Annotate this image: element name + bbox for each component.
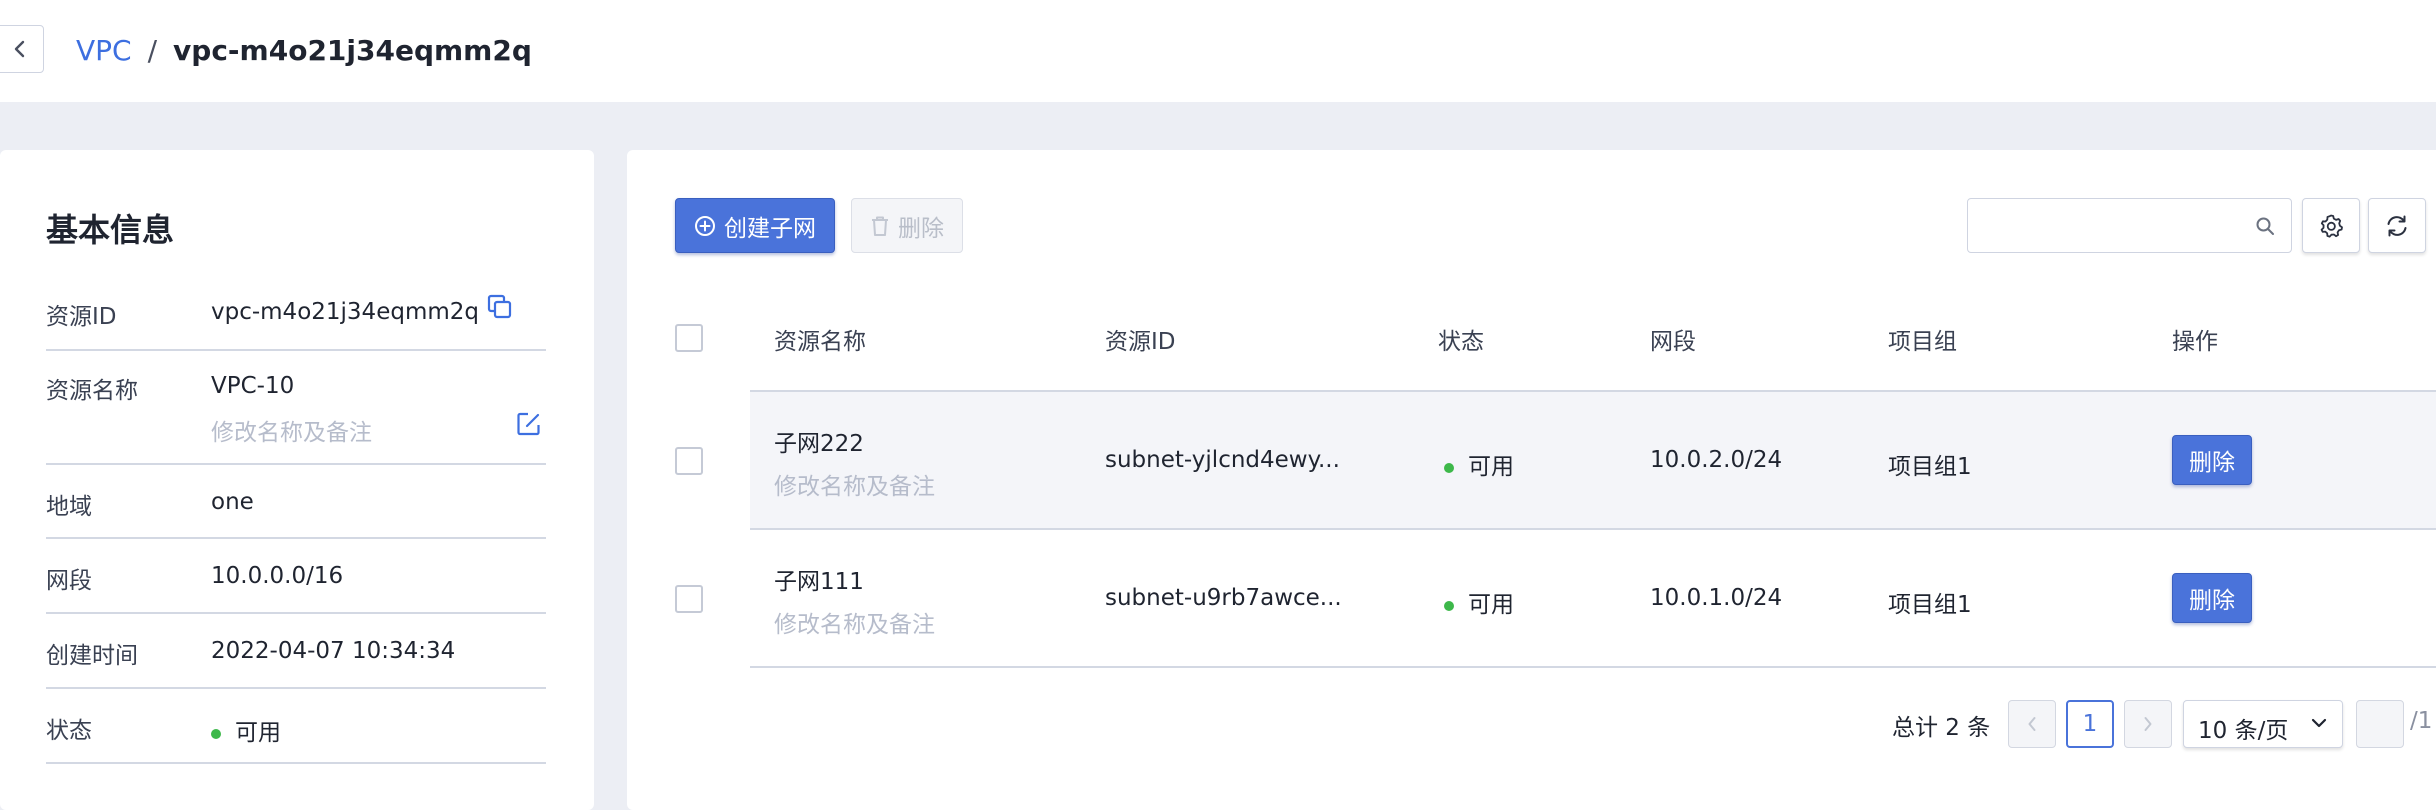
info-value-resource-name: VPC-10 [211,373,295,399]
subnet-status: 可用 [1444,447,1514,481]
subnet-cidr: 10.0.1.0/24 [1650,585,1783,611]
breadcrumb-separator: / [147,33,158,67]
chevron-down-icon [2310,716,2328,730]
info-label: 地域 [46,494,92,520]
info-row-status: 状态 可用 [46,689,546,764]
page-jump-input[interactable] [2356,700,2404,748]
create-subnet-button[interactable]: 创建子网 [675,198,835,253]
column-header-cidr[interactable]: 网段 [1650,322,1696,356]
info-row-cidr: 网段 10.0.0.0/16 [46,539,546,614]
breadcrumb-current: vpc-m4o21j34eqmm2q [173,33,532,67]
breadcrumb-vpc-link[interactable]: VPC [76,34,132,67]
edit-name-hint[interactable]: 修改名称及备注 [211,413,372,447]
info-value-region: one [211,489,254,515]
edit-name-hint[interactable]: 修改名称及备注 [774,605,935,639]
subnet-id[interactable]: subnet-yjlcnd4ewy... [1105,447,1340,473]
page-header: VPC / vpc-m4o21j34eqmm2q [0,0,2436,102]
select-all-checkbox[interactable] [675,324,703,352]
basic-info-title: 基本信息 [46,211,175,249]
pagination-next-button[interactable] [2124,700,2172,748]
create-subnet-label: 创建子网 [724,215,816,242]
info-row-resource-name: 资源名称 VPC-10 修改名称及备注 [46,351,546,465]
info-label: 状态 [46,718,92,744]
column-header-name[interactable]: 资源名称 [774,322,866,356]
info-label: 资源名称 [46,378,138,404]
column-header-status[interactable]: 状态 [1438,322,1484,356]
page-size-select[interactable]: 10 条/页 [2183,700,2343,748]
subnet-cidr: 10.0.2.0/24 [1650,447,1783,473]
info-row-created-at: 创建时间 2022-04-07 10:34:34 [46,614,546,689]
subnet-group: 项目组1 [1888,592,1972,618]
gear-icon [2318,213,2344,239]
subnet-name: 子网222 [774,431,864,457]
row-checkbox[interactable] [675,585,703,613]
status-text: 可用 [235,720,281,746]
pagination-prev-button[interactable] [2008,700,2056,748]
info-row-region: 地域 one [46,465,546,539]
info-label: 资源ID [46,304,117,330]
subnet-group: 项目组1 [1888,454,1972,480]
column-header-id[interactable]: 资源ID [1105,322,1176,356]
column-header-group[interactable]: 项目组 [1888,322,1957,356]
pagination-current-page[interactable]: 1 [2066,700,2114,748]
page-size-value: 10 条/页 [2198,718,2289,744]
info-value-created-at: 2022-04-07 10:34:34 [211,638,456,664]
refresh-icon [2384,213,2410,239]
bulk-delete-label: 删除 [898,215,944,242]
back-button[interactable] [0,25,44,73]
info-row-resource-id: 资源ID vpc-m4o21j34eqmm2q [46,285,546,351]
search-icon[interactable] [2255,216,2275,236]
plus-circle-icon [694,215,716,237]
status-text: 可用 [1468,592,1514,618]
delete-row-button[interactable]: 删除 [2172,573,2252,623]
status-dot-icon [211,728,221,739]
status-dot-icon [1444,462,1454,473]
search-box [1967,198,2292,253]
info-label: 创建时间 [46,643,138,669]
chevron-left-icon [2026,715,2038,733]
info-value-cidr: 10.0.0.0/16 [211,563,344,589]
column-header-action: 操作 [2172,329,2218,355]
chevron-right-icon [2142,715,2154,733]
delete-row-button[interactable]: 删除 [2172,435,2252,485]
pagination-total: 总计 2 条 [1892,715,1991,741]
settings-button[interactable] [2302,198,2360,253]
breadcrumb: VPC / vpc-m4o21j34eqmm2q [76,27,532,73]
subnet-id[interactable]: subnet-u9rb7awce... [1105,585,1342,611]
bulk-delete-button[interactable]: 删除 [851,198,963,253]
edit-icon[interactable] [516,411,542,437]
edit-name-hint[interactable]: 修改名称及备注 [774,467,935,501]
status-dot-icon [1444,600,1454,611]
info-label: 网段 [46,568,92,594]
trash-icon [870,215,890,237]
refresh-button[interactable] [2368,198,2426,253]
pagination-total-pages: /1 [2410,708,2433,734]
subnet-name: 子网111 [774,569,864,595]
info-value-resource-id: vpc-m4o21j34eqmm2q [211,299,479,325]
status-text: 可用 [1468,454,1514,480]
search-input[interactable] [1978,207,2248,245]
chevron-left-icon [12,39,28,59]
row-checkbox[interactable] [675,447,703,475]
subnet-status: 可用 [1444,585,1514,619]
info-value-status: 可用 [211,713,281,747]
copy-icon[interactable] [486,293,514,321]
